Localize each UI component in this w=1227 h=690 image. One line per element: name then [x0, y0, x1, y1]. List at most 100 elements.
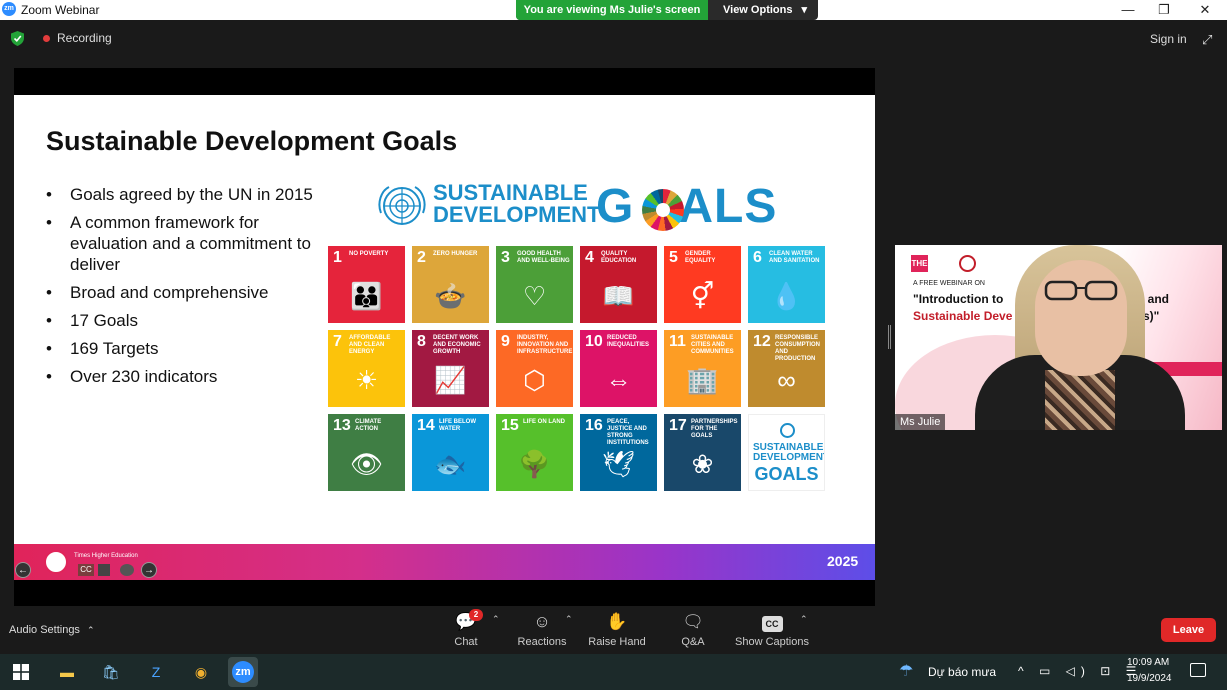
captions-options-caret[interactable]: ⌃ [800, 614, 808, 625]
clock-time[interactable]: 10:09 AM [1127, 657, 1169, 668]
next-slide-button[interactable]: → [141, 562, 157, 578]
close-button[interactable]: ✕ [1185, 0, 1225, 20]
audio-settings-button[interactable]: Audio Settings ⌃ [9, 624, 95, 636]
cc-button[interactable]: CC [78, 564, 94, 576]
sdg-goal-icon: 🕊 [601, 449, 635, 479]
raise-hand-button[interactable]: ✋ Raise Hand [577, 611, 657, 648]
bullet-item: Goals agreed by the UN in 2015 [46, 184, 316, 205]
sdg-goal-label: Affordable and clean energy [349, 335, 391, 355]
reactions-options-caret[interactable]: ⌃ [565, 614, 573, 625]
university-seal-logo [959, 255, 976, 272]
show-captions-label: Show Captions [735, 636, 809, 648]
sdg-goal-tile-11: 11 Sustainable cities and communities 🏢 [664, 330, 741, 407]
sdg-goal-tile-12: 12 Responsible consumption and production… [748, 330, 825, 407]
sdg-goal-label: No poverty [349, 251, 389, 257]
restore-button[interactable]: ❐ [1144, 0, 1184, 20]
sdg-goal-number: 10 [585, 333, 603, 350]
sdg-logo-tile-text: SUSTAINABLE DEVELOPMENT [753, 442, 825, 463]
sign-in-button[interactable]: Sign in [1150, 32, 1187, 46]
fullscreen-icon[interactable]: ⤢ [1202, 32, 1212, 48]
sdg-goal-icon: ♡ [522, 281, 547, 311]
system-tray[interactable]: ^ ▭ ◁) ⊡ ☰ [1018, 664, 1142, 678]
sdg-goal-label: Clean water and sanitation [769, 251, 820, 264]
footer-org-name: Times Higher Education [74, 553, 138, 559]
sdg-goal-tile-2: 2 Zero hunger 🍲 [412, 246, 489, 323]
hand-icon: ✋ [606, 612, 628, 631]
screen-share-banner: You are viewing Ms Julie's screen View O… [516, 0, 818, 20]
un-emblem-icon [378, 186, 426, 225]
un-emblem-small-icon [780, 423, 795, 438]
sdg-goal-number: 6 [753, 249, 762, 266]
chat-options-caret[interactable]: ⌃ [492, 614, 500, 625]
previous-slide-button[interactable]: ← [15, 562, 31, 578]
sdg-goal-icon: ❀ [691, 449, 714, 479]
participant-name-label: Ms Julie [895, 414, 946, 430]
goals-rest-letters: ALS [678, 180, 778, 233]
zalo-icon[interactable]: Z [141, 657, 171, 687]
sdg-goal-number: 16 [585, 417, 603, 434]
sdg-goal-icon: 🍲 [434, 281, 467, 311]
sdg-goal-label: Peace, justice and strong institutions [607, 419, 649, 446]
microsoft-store-icon[interactable]: 🛍 [96, 657, 126, 687]
glasses-icon [1044, 280, 1118, 301]
sdg-goal-label: Life below water [439, 419, 476, 432]
windows-start-icon[interactable] [13, 664, 29, 680]
shield-icon[interactable] [11, 31, 24, 46]
sdg-wheel-center [656, 203, 670, 217]
clock-date[interactable]: 19/9/2024 [1127, 673, 1172, 684]
sdg-goal-number: 8 [417, 333, 426, 350]
sdg-goal-number: 4 [585, 249, 594, 266]
sdg-goal-label: Gender equality [685, 251, 716, 264]
recording-indicator[interactable]: Recording [57, 31, 112, 45]
bullet-list: Goals agreed by the UN in 2015 A common … [46, 184, 316, 394]
weather-icon[interactable]: ☂ [899, 661, 913, 681]
zoom-taskbar-icon[interactable]: zm [228, 657, 258, 687]
sdg-goal-icon: ⇔ [605, 365, 632, 395]
sdg-goal-tile-7: 7 Affordable and clean energy ☀ [328, 330, 405, 407]
sdg-goal-label: Good health and well-being [517, 251, 570, 264]
leave-button[interactable]: Leave [1161, 618, 1216, 642]
sdg-goal-icon: 👪 [350, 281, 383, 311]
slide-title: Sustainable Development Goals [46, 126, 458, 156]
speaker-video-tile[interactable]: THE A FREE WEBINAR ON "Introduction to k… [895, 245, 1222, 430]
sdg-goal-number: 15 [501, 417, 519, 434]
sdg-goal-label: Decent work and economic growth [433, 335, 481, 355]
settings-icon[interactable] [120, 564, 134, 576]
notification-icon[interactable] [1190, 663, 1206, 677]
webinar-caption-line2: "Introduction to [913, 292, 1004, 306]
sdg-goal-number: 2 [417, 249, 426, 266]
sdg-goal-icon: 🏢 [686, 365, 719, 395]
sdg-goal-icon: 📖 [602, 281, 635, 311]
sdg-goal-icon: ∞ [777, 365, 796, 395]
chat-label: Chat [454, 636, 478, 648]
sdg-goal-number: 14 [417, 417, 435, 434]
audio-settings-label: Audio Settings [9, 624, 80, 636]
sdg-goal-icon: 👁 [349, 449, 383, 479]
sdg-goal-number: 17 [669, 417, 687, 434]
panel-resize-handle[interactable] [888, 325, 891, 349]
qa-button[interactable]: 🗨 Q&A [653, 611, 733, 648]
bullet-item: Broad and comprehensive [46, 282, 316, 303]
sdg-goal-label: Responsible consumption and production [775, 335, 820, 362]
view-options-label: View Options [723, 4, 793, 16]
sdg-goal-tile-9: 9 Industry, innovation and infrastructure… [496, 330, 573, 407]
footer-year: 2025 [827, 553, 859, 569]
sdg-goal-tile-5: 5 Gender equality ⚥ [664, 246, 741, 323]
sdg-goal-icon: 🌳 [518, 449, 551, 479]
bullet-item: Over 230 indicators [46, 366, 316, 387]
bullet-item: 17 Goals [46, 310, 316, 331]
window-title: Zoom Webinar [21, 3, 100, 17]
viewing-screen-label: You are viewing Ms Julie's screen [516, 0, 708, 20]
sdg-goal-label: Sustainable cities and communities [691, 335, 734, 355]
bullet-item: 169 Targets [46, 338, 316, 359]
bullet-item: A common framework for evaluation and a … [46, 212, 316, 275]
minimize-button[interactable]: — [1108, 0, 1148, 20]
weather-label[interactable]: Dự báo mưa [928, 665, 996, 679]
view-options-button[interactable]: View Options ▾ [708, 0, 818, 20]
file-explorer-icon[interactable]: ▬ [52, 657, 82, 687]
camera-icon[interactable] [98, 564, 110, 576]
sdg-goals-grid: 1 No poverty 👪 2 Zero hunger 🍲 3 Good health an… [328, 246, 828, 491]
sdg-goal-label: Life on land [523, 419, 565, 425]
sdg-goal-number: 9 [501, 333, 510, 350]
chrome-icon[interactable]: ◉ [186, 657, 216, 687]
